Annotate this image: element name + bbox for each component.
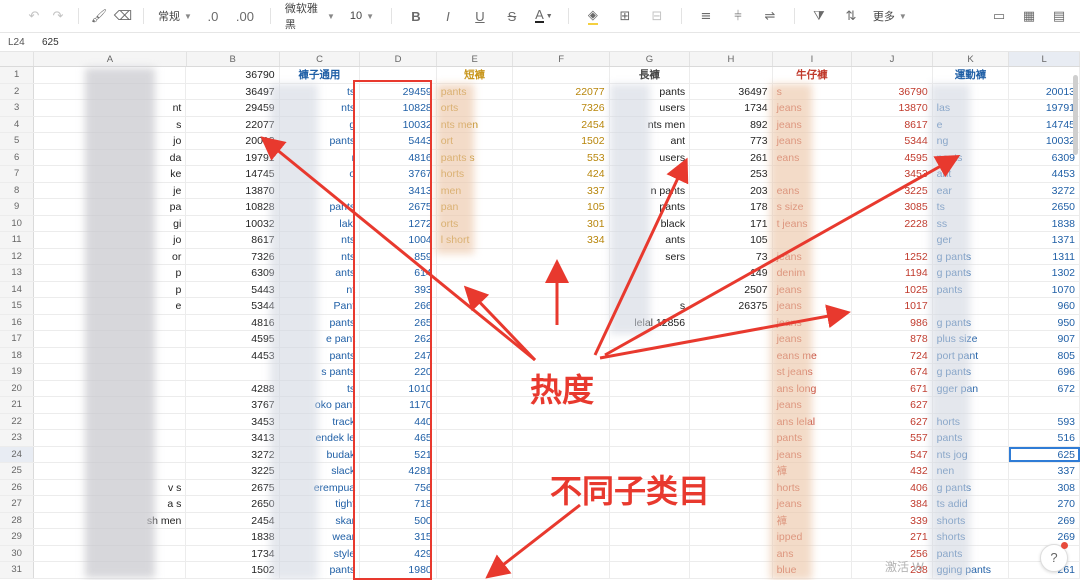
help-label: ? [1050,550,1058,565]
vertical-scrollbar[interactable] [1073,75,1078,155]
subcategories-annotation: 不同子类目 [550,472,711,510]
heat-annotation: 热度 [530,371,595,409]
notification-dot [1061,542,1068,549]
annotation-arrows [260,136,961,579]
activation-watermark: 激活 W [885,560,924,574]
